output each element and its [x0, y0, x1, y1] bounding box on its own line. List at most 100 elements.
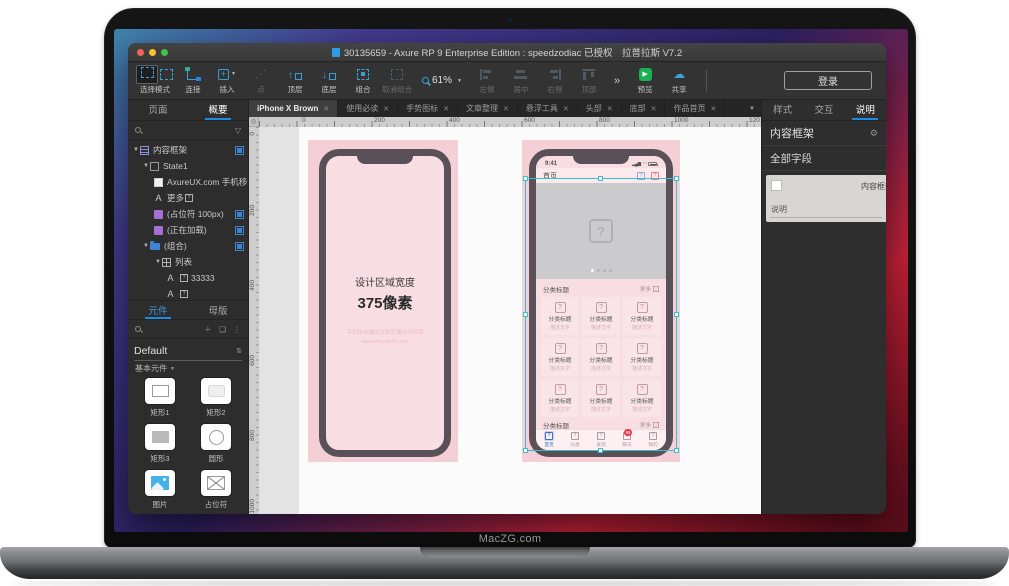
- add-icon[interactable]: ＋: [204, 324, 212, 335]
- tab-widgets[interactable]: 元件: [128, 301, 188, 319]
- page-tabs: iPhone X Brown✕ 使用必读✕ 手势图标✕ 文章整理✕: [249, 100, 761, 117]
- share-button[interactable]: ☁ 共享: [664, 67, 694, 95]
- left-sidebar: 页面 概要 ▽ ▼ 内容框架: [128, 100, 249, 514]
- note-checkbox[interactable]: [771, 180, 782, 191]
- close-icon[interactable]: ✕: [710, 105, 716, 113]
- tab-outline[interactable]: 概要: [188, 100, 248, 120]
- category-cell: ?分类标题描述文字: [541, 297, 579, 335]
- note-badge-icon[interactable]: [235, 242, 244, 251]
- page-tab[interactable]: 悬浮工具✕: [518, 100, 578, 117]
- tree-item[interactable]: ▼ 列表: [128, 254, 248, 270]
- rect3-shape-icon: [152, 431, 169, 443]
- caret-down-icon[interactable]: ▼: [142, 243, 150, 249]
- tree-item[interactable]: AxureUX.com 手机移动: [128, 174, 248, 190]
- vertical-ruler: 0 200 400 600 800 1000: [249, 127, 259, 514]
- preview-button[interactable]: ▶ 预览: [630, 67, 660, 95]
- tab-icon: ?: [597, 432, 605, 440]
- tree-item[interactable]: (占位符 100px): [128, 206, 248, 222]
- gear-icon[interactable]: ⚙: [870, 128, 878, 139]
- library-stack-icon[interactable]: ❏: [219, 325, 226, 334]
- point-icon: ⋰: [255, 67, 267, 82]
- right-panel: 样式 交互 说明 内容框架 ⚙ 全部字段 内容框架 说明: [761, 100, 886, 514]
- horizontal-ruler: ◎ 0 200 400 600 800 1000 120: [249, 117, 761, 127]
- widget-placeholder[interactable]: 占位符: [201, 470, 231, 514]
- canvas-pasteboard[interactable]: 设计区域宽度 375像素 手机移动端交互原型通用元件库 www.AxureUX.…: [259, 127, 761, 514]
- widget-rect1[interactable]: 矩形1: [145, 378, 175, 424]
- library-select[interactable]: Default ⇅: [134, 341, 242, 361]
- note-badge-icon[interactable]: [235, 210, 244, 219]
- page-tab[interactable]: 头部✕: [578, 100, 622, 117]
- kebab-menu-icon[interactable]: ⋮: [233, 325, 241, 334]
- close-icon[interactable]: ✕: [607, 105, 613, 113]
- connect-button[interactable]: 连接: [178, 67, 208, 95]
- caret-down-icon[interactable]: ▼: [132, 147, 140, 153]
- preview-icon: ▶: [639, 67, 652, 82]
- library-toolbar: ＋ ❏ ⋮: [128, 320, 248, 339]
- tree-item[interactable]: (正在加载): [128, 222, 248, 238]
- page-tab[interactable]: 手势图标✕: [398, 100, 458, 117]
- zoom-value[interactable]: 61%: [432, 75, 452, 86]
- battery-icon: [648, 162, 657, 167]
- insert-button[interactable]: +▼ 插入: [212, 67, 242, 95]
- note-badge-icon[interactable]: [235, 146, 244, 155]
- placeholder-icon: ?: [596, 343, 607, 354]
- tree-item[interactable]: A 更多 ?: [128, 190, 248, 206]
- note-badge-icon[interactable]: [235, 226, 244, 235]
- page-tab[interactable]: 底部✕: [622, 100, 666, 117]
- tab-list-caret-icon[interactable]: ▼: [743, 100, 761, 117]
- login-button[interactable]: 登录: [784, 71, 872, 90]
- zoom-control[interactable]: 61% ▼: [422, 75, 462, 86]
- glyph-box-icon: ?: [180, 274, 188, 282]
- caret-down-icon[interactable]: ▼: [154, 259, 162, 265]
- search-icon[interactable]: [135, 326, 141, 332]
- widget-image[interactable]: 图片: [145, 470, 175, 514]
- section-header: 分类标题 更多 ›: [536, 283, 666, 295]
- tree-item[interactable]: ▼ (组合): [128, 238, 248, 254]
- all-fields-row[interactable]: 全部字段: [762, 146, 886, 171]
- close-icon[interactable]: ✕: [563, 105, 569, 113]
- section-header-cut: 分类标题 更多 ›: [536, 420, 666, 429]
- widget-circle[interactable]: 圆形: [201, 424, 231, 470]
- send-to-back-button[interactable]: ↓ 底层: [314, 67, 344, 95]
- outline-tree: ▼ 内容框架 ▼ State1: [128, 140, 248, 300]
- bring-to-front-button[interactable]: ↑ 顶层: [280, 67, 310, 95]
- page-tab[interactable]: 文章整理✕: [458, 100, 518, 117]
- phone1-mockup[interactable]: 设计区域宽度 375像素 手机移动端交互原型通用元件库 www.AxureUX.…: [319, 149, 451, 457]
- widget-rect3[interactable]: 矩形3: [145, 424, 175, 470]
- rect2-shape-icon: [208, 385, 225, 397]
- tab-notes[interactable]: 说明: [845, 100, 886, 120]
- macbook-base: [0, 547, 1009, 579]
- page-tab[interactable]: 使用必读✕: [338, 100, 398, 117]
- widget-section-label[interactable]: 基本元件 ▼: [128, 361, 248, 376]
- tree-item[interactable]: ▼ 内容框架: [128, 142, 248, 158]
- text-widget-icon: A: [154, 193, 163, 203]
- select-mode-button[interactable]: 选择模式: [136, 67, 174, 95]
- caret-down-icon[interactable]: ▼: [142, 163, 150, 169]
- note-card[interactable]: 内容框架 说明: [766, 175, 886, 222]
- tab-icon: ?: [649, 432, 657, 440]
- page-tab[interactable]: 作品首页✕: [665, 100, 725, 117]
- close-icon[interactable]: ✕: [443, 105, 449, 113]
- tab-interactions[interactable]: 交互: [803, 100, 844, 120]
- widget-rect2[interactable]: 矩形2: [201, 378, 231, 424]
- close-icon[interactable]: ✕: [383, 105, 389, 113]
- tab-masters[interactable]: 母版: [188, 301, 248, 319]
- filter-icon[interactable]: ▽: [235, 126, 241, 135]
- tab-pages[interactable]: 页面: [128, 100, 188, 120]
- tree-item[interactable]: A ?: [128, 286, 248, 300]
- close-icon[interactable]: ✕: [503, 105, 509, 113]
- phone2-mockup[interactable]: 9:41 ▂▄▆ ◠ 首页: [529, 149, 673, 457]
- tab-style[interactable]: 样式: [762, 100, 803, 120]
- align-top-button: 顶部: [574, 67, 604, 95]
- search-icon[interactable]: [135, 127, 141, 133]
- page-tab-active[interactable]: iPhone X Brown✕: [249, 100, 338, 117]
- group-button[interactable]: 组合: [348, 67, 378, 95]
- tree-item[interactable]: A ? 33333: [128, 270, 248, 286]
- more-tools-button[interactable]: »: [614, 75, 620, 87]
- close-icon[interactable]: ✕: [651, 105, 657, 113]
- macbook-screen: 30135659 - Axure RP 9 Enterprise Edition…: [104, 8, 916, 548]
- tree-item[interactable]: ▼ State1: [128, 158, 248, 174]
- design-width-label: 设计区域宽度: [326, 274, 444, 289]
- notification-badge: 99: [624, 429, 632, 436]
- close-icon[interactable]: ✕: [323, 105, 329, 113]
